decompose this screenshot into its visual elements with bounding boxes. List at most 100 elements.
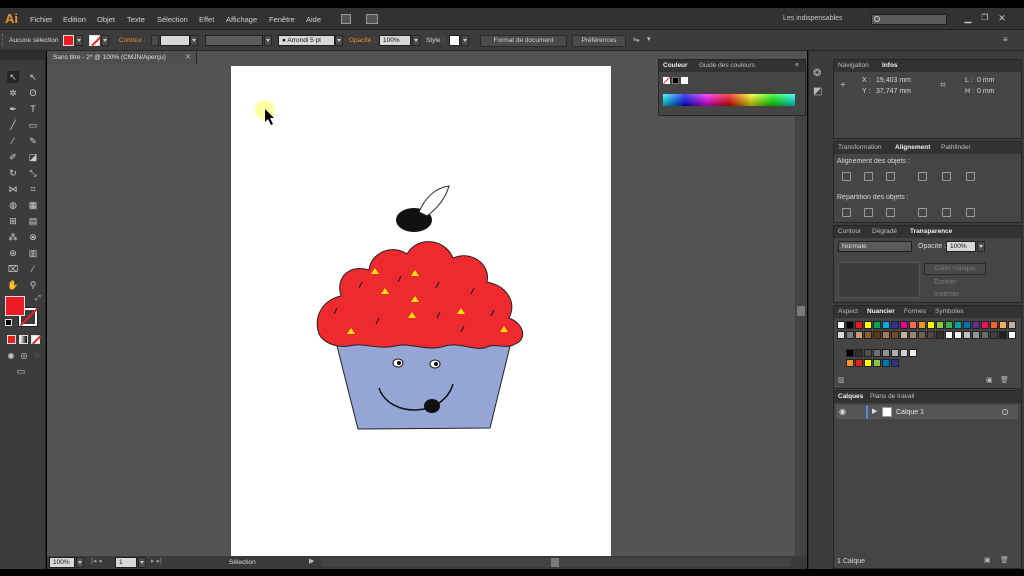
visibility-eye-icon[interactable]: ◉ bbox=[839, 407, 846, 416]
color-swatch[interactable] bbox=[846, 349, 854, 357]
stroke-weight-input[interactable] bbox=[160, 35, 190, 46]
delete-swatch-icon[interactable]: 🗑 bbox=[1000, 376, 1009, 384]
new-layer-icon[interactable]: ▣ bbox=[984, 556, 991, 564]
distribute-bottom-icon[interactable] bbox=[886, 208, 895, 217]
brush-definition[interactable]: ● Arrondi 5 pt bbox=[278, 35, 335, 46]
selection-tool-icon[interactable]: ↖ bbox=[7, 71, 19, 83]
menu-selection[interactable]: Sélection bbox=[157, 15, 188, 24]
scale-tool-icon[interactable]: ⤡ bbox=[27, 167, 39, 179]
color-swatch[interactable] bbox=[882, 359, 890, 367]
color-swatch[interactable] bbox=[855, 321, 863, 329]
chevron-down-icon[interactable]: ▾ bbox=[647, 35, 651, 43]
color-swatch[interactable] bbox=[891, 349, 899, 357]
line-tool-icon[interactable]: ╱ bbox=[7, 119, 19, 131]
color-swatch[interactable] bbox=[891, 359, 899, 367]
color-swatch[interactable] bbox=[918, 321, 926, 329]
artboard-number-field[interactable]: 1 bbox=[115, 557, 137, 568]
color-swatch[interactable] bbox=[882, 349, 890, 357]
artboard[interactable] bbox=[231, 66, 611, 556]
menu-objet[interactable]: Objet bbox=[97, 15, 115, 24]
graphic-styles-icon[interactable]: ◩ bbox=[813, 86, 822, 97]
color-swatch[interactable] bbox=[909, 331, 917, 339]
color-swatch[interactable] bbox=[1008, 321, 1016, 329]
invert-mask-checkbox[interactable]: Inverser bbox=[934, 291, 959, 298]
layer-name[interactable]: Calque 1 bbox=[896, 409, 924, 416]
tab-infos[interactable]: Infos bbox=[882, 62, 898, 69]
color-swatch[interactable] bbox=[837, 321, 845, 329]
align-hcenter-icon[interactable] bbox=[864, 172, 873, 181]
tab-nuancier[interactable]: Nuancier bbox=[867, 308, 895, 315]
swatch-library-icon[interactable]: ▥ bbox=[838, 376, 845, 384]
distribute-right-icon[interactable] bbox=[966, 208, 975, 217]
menu-aide[interactable]: Aide bbox=[306, 15, 321, 24]
create-mask-button[interactable]: Créer masque bbox=[924, 263, 986, 275]
color-swatch[interactable] bbox=[981, 321, 989, 329]
color-swatch[interactable] bbox=[873, 349, 881, 357]
fill-swatch[interactable] bbox=[63, 35, 74, 46]
distribute-hcenter-icon[interactable] bbox=[942, 208, 951, 217]
blob-brush-icon[interactable]: ✐ bbox=[7, 151, 19, 163]
appearance-icon[interactable]: ❂ bbox=[813, 68, 821, 79]
bridge-icon[interactable] bbox=[341, 14, 351, 24]
close-window-button[interactable]: ✕ bbox=[996, 13, 1008, 24]
tab-formes[interactable]: Formes bbox=[904, 308, 926, 315]
menu-effet[interactable]: Effet bbox=[199, 15, 214, 24]
minimize-button[interactable]: ▁ bbox=[962, 13, 974, 24]
color-swatch[interactable] bbox=[882, 331, 890, 339]
color-swatch[interactable] bbox=[846, 321, 854, 329]
align-right-icon[interactable] bbox=[886, 172, 895, 181]
align-left-icon[interactable] bbox=[842, 172, 851, 181]
perspective-grid-icon[interactable]: ▦ bbox=[27, 199, 39, 211]
align-vcenter-icon[interactable] bbox=[942, 172, 951, 181]
black-swatch[interactable] bbox=[672, 77, 679, 84]
color-swatch[interactable] bbox=[900, 349, 908, 357]
swatch-row-4[interactable] bbox=[846, 359, 900, 367]
preferences-button[interactable]: Préférences bbox=[572, 35, 626, 47]
tab-calques[interactable]: Calques bbox=[838, 393, 863, 400]
slice-tool-icon[interactable]: ⁄ bbox=[27, 263, 39, 275]
color-swatch[interactable] bbox=[990, 321, 998, 329]
color-swatch[interactable] bbox=[981, 331, 989, 339]
transparency-opacity-input[interactable]: 100% bbox=[946, 241, 976, 252]
next-artboard-icon[interactable]: ▸ ▸| bbox=[151, 557, 162, 565]
color-swatch[interactable] bbox=[873, 331, 881, 339]
color-swatch[interactable] bbox=[972, 331, 980, 339]
color-swatch[interactable] bbox=[1008, 331, 1016, 339]
swap-colors-icon[interactable]: ⤢ bbox=[32, 293, 44, 305]
align-top-icon[interactable] bbox=[918, 172, 927, 181]
direct-selection-tool-icon[interactable]: ↖ bbox=[27, 71, 39, 83]
draw-behind-icon[interactable]: ◎ bbox=[18, 350, 30, 362]
color-mode-icon[interactable] bbox=[7, 335, 16, 344]
distribute-top-icon[interactable] bbox=[842, 208, 851, 217]
swatch-row-3[interactable] bbox=[846, 349, 918, 357]
color-swatch[interactable] bbox=[999, 321, 1007, 329]
first-artboard-icon[interactable]: |◂ ◂ bbox=[91, 557, 102, 565]
vertical-scrollbar[interactable] bbox=[795, 66, 807, 556]
distribute-left-icon[interactable] bbox=[918, 208, 927, 217]
menu-texte[interactable]: Texte bbox=[127, 15, 145, 24]
hand-tool-icon[interactable]: ✋ bbox=[7, 279, 19, 291]
column-graph-icon[interactable]: ▥ bbox=[27, 247, 39, 259]
brush-dropdown[interactable] bbox=[335, 35, 343, 46]
white-swatch[interactable] bbox=[681, 77, 688, 84]
artboard-dropdown[interactable] bbox=[138, 557, 146, 568]
vertical-scroll-thumb[interactable] bbox=[797, 306, 805, 316]
gradient-tool-icon[interactable]: ▤ bbox=[27, 215, 39, 227]
color-swatch[interactable] bbox=[945, 321, 953, 329]
tab-guide-couleurs[interactable]: Guide des couleurs bbox=[699, 62, 755, 69]
menu-edition[interactable]: Edition bbox=[63, 15, 86, 24]
stroke-weight-stepper[interactable] bbox=[151, 35, 159, 46]
color-swatch[interactable] bbox=[864, 331, 872, 339]
maximize-button[interactable]: ❐ bbox=[979, 13, 991, 24]
graphic-style-swatch[interactable] bbox=[449, 35, 460, 46]
color-panel-menu-icon[interactable]: ≡ bbox=[795, 62, 799, 69]
color-swatch[interactable] bbox=[873, 321, 881, 329]
profile-dropdown[interactable] bbox=[264, 35, 272, 46]
color-swatch[interactable] bbox=[936, 331, 944, 339]
arrange-icon[interactable]: ⇋ bbox=[633, 35, 640, 44]
workspace-switcher[interactable]: Les indispensables bbox=[783, 15, 843, 22]
color-swatch[interactable] bbox=[837, 331, 845, 339]
color-swatch[interactable] bbox=[927, 321, 935, 329]
tab-transformation[interactable]: Transformation bbox=[838, 144, 881, 151]
color-swatch[interactable] bbox=[846, 331, 854, 339]
